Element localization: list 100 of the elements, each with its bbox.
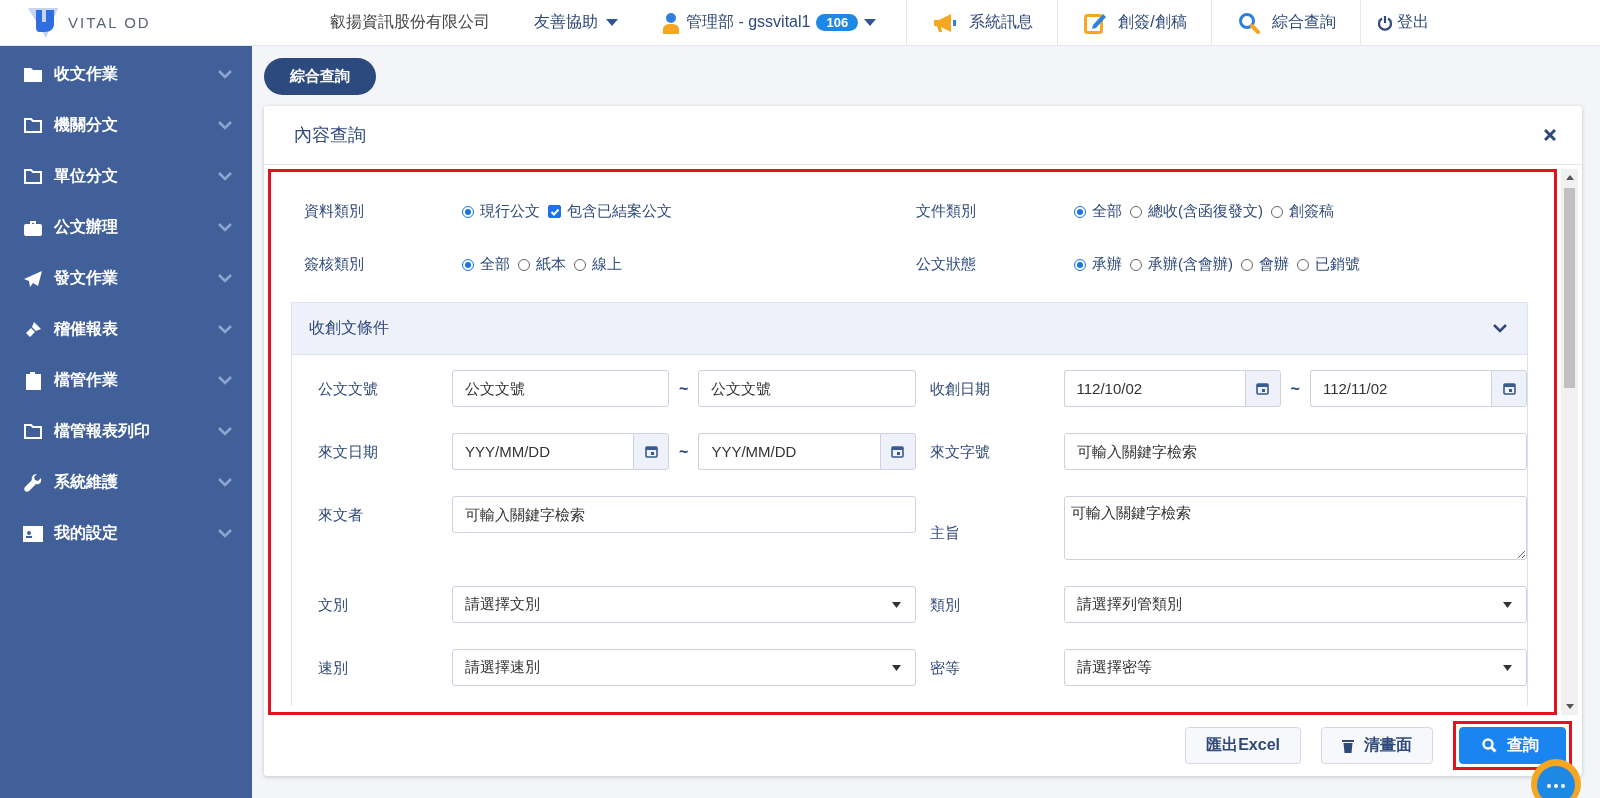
nav-link[interactable]: 登出 [1359, 0, 1445, 45]
scroll-up-icon[interactable] [1565, 175, 1574, 180]
field-label: 主旨 [929, 523, 961, 543]
nav-link[interactable]: 綜合查詢 [1210, 0, 1360, 45]
input-field[interactable]: 可輸入關鍵字檢索 [1063, 433, 1527, 470]
field-label: 來文者 [318, 505, 364, 525]
chevron-down-icon [218, 427, 232, 436]
select-dropdown[interactable]: 請選擇速別 [452, 649, 916, 686]
sidebar-item[interactable]: 公文辦理 [0, 202, 252, 253]
chevron-down-icon [218, 274, 232, 283]
radio-option[interactable]: 線上 [574, 255, 622, 274]
section-header[interactable]: 收創文條件 [292, 303, 1527, 355]
chevron-down-icon [218, 478, 232, 487]
search-button[interactable]: 查詢 [1459, 727, 1566, 764]
field-label: 來文日期 [318, 442, 379, 462]
clipboard-icon [25, 371, 41, 390]
logo-icon [26, 5, 60, 40]
range-separator: ~ [679, 442, 689, 461]
date-field[interactable]: 112/10/02 [1063, 370, 1245, 407]
field-label: 文件類別 [916, 202, 977, 221]
field-label: 資料類別 [304, 202, 365, 221]
radio-option[interactable]: 全部 [462, 255, 510, 274]
calendar-button[interactable] [1244, 370, 1281, 407]
id-card-icon [23, 525, 43, 542]
user-icon [662, 11, 680, 34]
nav-link[interactable]: 系統訊息 [906, 0, 1058, 45]
date-field[interactable]: YYY/MM/DD [698, 433, 880, 470]
sidebar-item[interactable]: 單位分文 [0, 151, 252, 202]
sidebar-item[interactable]: 機關分文 [0, 100, 252, 151]
sidebar-item[interactable]: 我的設定 [0, 508, 252, 559]
field-label: 來文字號 [929, 442, 991, 462]
input-field[interactable]: 公文文號 [698, 370, 916, 407]
range-separator: ~ [679, 379, 689, 398]
caret-icon [1503, 664, 1512, 671]
chevron-down-icon [218, 223, 232, 232]
select-dropdown[interactable]: 請選擇列管類別 [1063, 586, 1527, 623]
radio-option[interactable]: 會辦 [1241, 255, 1289, 274]
clear-button[interactable]: 清畫面 [1321, 727, 1433, 764]
calendar-icon [1256, 382, 1270, 395]
calendar-icon [644, 445, 658, 458]
bullhorn-icon [24, 320, 42, 339]
panel-title: 內容查詢 [294, 124, 366, 147]
sidebar-item[interactable]: 系統維護 [0, 457, 252, 508]
radio-option[interactable]: 總收(含函復發文) [1130, 202, 1263, 221]
input-field[interactable]: 可輸入關鍵字檢索 [452, 496, 916, 533]
field-label: 文別 [318, 595, 349, 615]
date-field[interactable]: 112/11/02 [1309, 370, 1491, 407]
scrollbar-thumb[interactable] [1564, 188, 1575, 388]
field-label: 收創日期 [929, 379, 991, 399]
chevron-down-icon [218, 172, 232, 181]
field-label: 簽核類別 [304, 255, 365, 274]
calendar-button[interactable] [633, 433, 670, 470]
range-separator: ~ [1290, 379, 1300, 398]
checkbox-option[interactable]: 包含已結案公文 [548, 202, 672, 221]
select-dropdown[interactable]: 請選擇文別 [452, 586, 916, 623]
select-dropdown[interactable]: 請選擇密等 [1063, 649, 1527, 686]
scroll-down-icon[interactable] [1565, 704, 1574, 709]
close-icon [1544, 129, 1556, 141]
chevron-down-icon [218, 376, 232, 385]
chevron-icon [1493, 324, 1507, 333]
user-menu[interactable]: 管理部 - gssvital1 106 [662, 11, 877, 34]
field-label: 速別 [318, 658, 349, 678]
power-icon [1376, 14, 1393, 31]
folder-icon [24, 118, 42, 133]
radio-option[interactable]: 紙本 [518, 255, 566, 274]
text-area[interactable]: 可輸入關鍵字檢索 [1063, 496, 1527, 560]
input-field[interactable]: 公文文號 [452, 370, 670, 407]
chatbot-icon[interactable] [1530, 758, 1582, 798]
date-field[interactable]: YYY/MM/DD [452, 433, 634, 470]
checkbox[interactable] [548, 205, 561, 218]
folder-icon [24, 424, 42, 439]
chevron-down-icon [218, 70, 232, 79]
sidebar-item[interactable]: 檔管報表列印 [0, 406, 252, 457]
radio-option[interactable]: 已銷號 [1297, 255, 1360, 274]
radio-option[interactable]: 全部 [1074, 202, 1122, 221]
radio-option[interactable]: 現行公文 [462, 202, 540, 221]
radio-option[interactable]: 承辦(含會辦) [1130, 255, 1233, 274]
wrench-icon [24, 473, 42, 492]
radio-option[interactable]: 承辦 [1074, 255, 1122, 274]
page-tab[interactable]: 綜合查詢 [264, 58, 376, 95]
chevron-down-icon [218, 325, 232, 334]
sidebar-item[interactable]: 收文作業 [0, 49, 252, 100]
caret-icon [864, 18, 877, 27]
sidebar-item[interactable]: 檔管作業 [0, 355, 252, 406]
calendar-icon [1502, 382, 1516, 395]
sidebar-item[interactable]: 稽催報表 [0, 304, 252, 355]
nav-link[interactable]: 創簽/創稿 [1057, 0, 1211, 45]
export-button[interactable]: 匯出Excel [1185, 727, 1301, 764]
field-label: 類別 [929, 595, 961, 615]
help-menu[interactable]: 友善協助 [534, 12, 618, 33]
calendar-button[interactable] [1491, 370, 1527, 407]
logo-text: VITAL OD [68, 14, 151, 31]
field-label: 密等 [929, 658, 961, 678]
calendar-button[interactable] [879, 433, 916, 470]
radio-option[interactable]: 創簽稿 [1271, 202, 1334, 221]
folder-icon [24, 169, 42, 184]
sidebar-item[interactable]: 發文作業 [0, 253, 252, 304]
paper-plane-icon [24, 270, 42, 287]
caret-icon [891, 664, 901, 671]
search-icon [1237, 11, 1260, 34]
